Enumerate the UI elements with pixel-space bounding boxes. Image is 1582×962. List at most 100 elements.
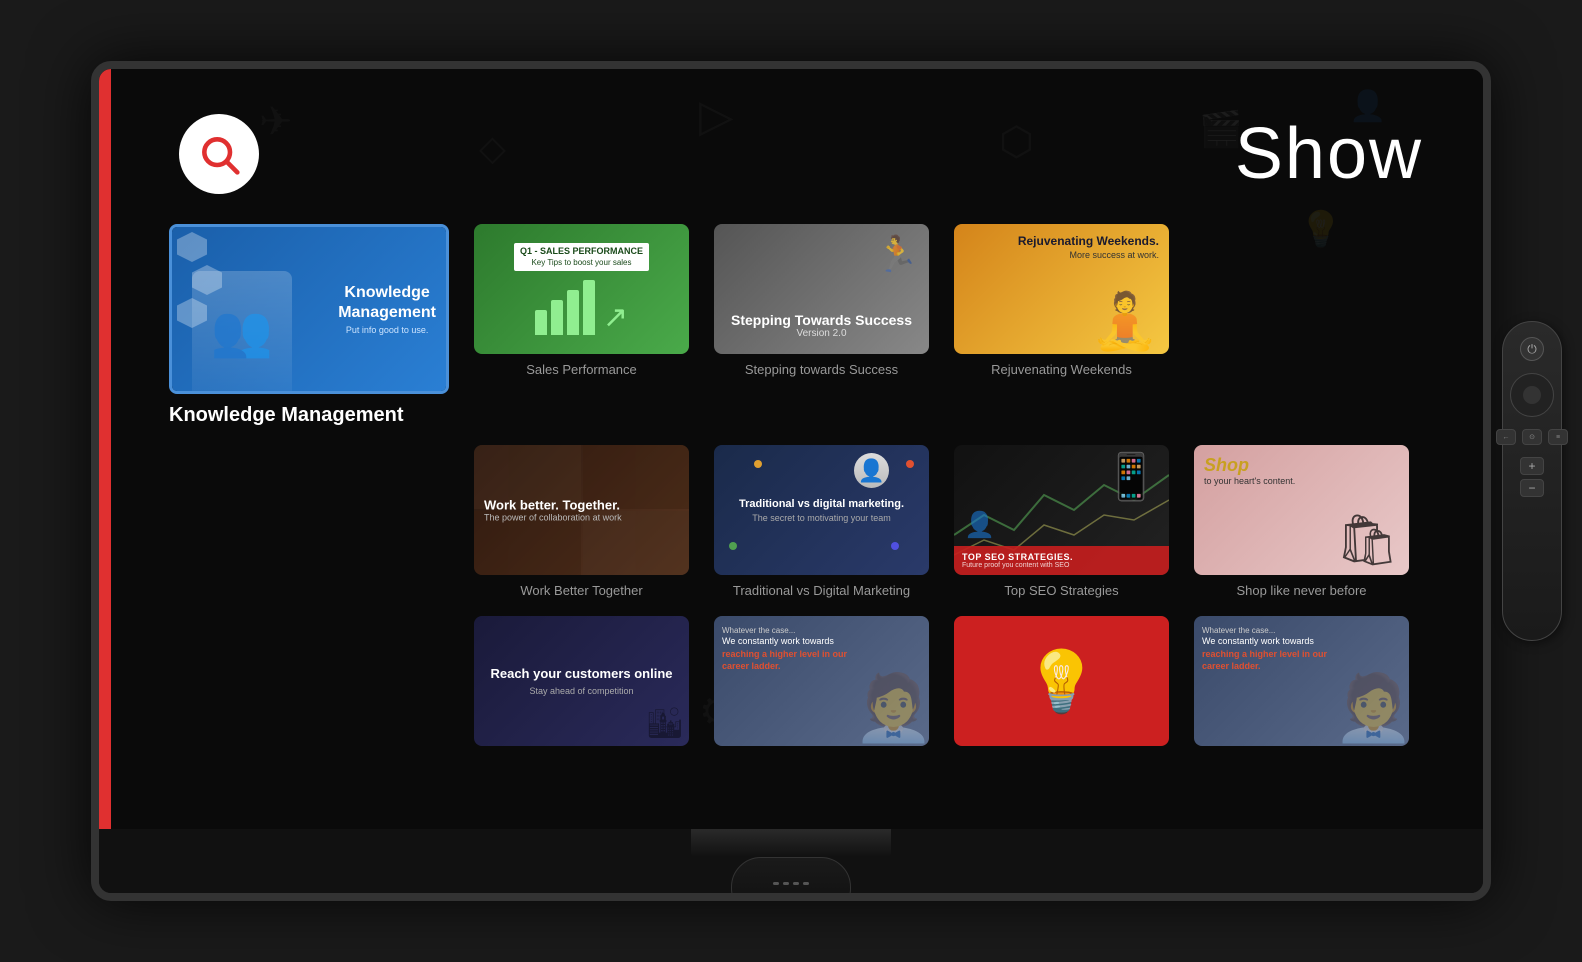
thumb-rejuvenating: Rejuvenating Weekends. More success at w…	[954, 224, 1169, 354]
traditional-title: Traditional vs digital marketing.	[739, 497, 904, 512]
seo-overlay: TOP SEO STRATEGIES. Future proof you con…	[954, 546, 1169, 575]
tv-box	[731, 857, 851, 901]
thumb-bulb: 💡	[954, 616, 1169, 746]
career2-text: Whatever the case... We constantly work …	[1202, 626, 1332, 673]
shop-subtitle: to your heart's content.	[1204, 476, 1295, 486]
thumb-workbetter: Work better. Together. The power of coll…	[474, 445, 689, 575]
q1-subtext: Key Tips to boost your sales	[520, 258, 643, 268]
career2-person: 🧑‍💼	[1333, 670, 1409, 746]
reach-subtitle: Stay ahead of competition	[490, 686, 672, 696]
grid-item-career1[interactable]: 🧑‍💼 Whatever the case... We constantly w…	[714, 616, 929, 746]
dpad-center	[1523, 386, 1541, 404]
runner-icon: 🏃	[875, 234, 919, 275]
thumb-seo: 📱 👤 TOP SEO STRATEGIES. Future proof you…	[954, 445, 1169, 575]
thumb-stepping: 🏃 Stepping Towards Success Version 2.0	[714, 224, 929, 354]
tv-base	[99, 829, 1483, 901]
stepping-subtitle: Version 2.0	[724, 328, 919, 339]
red-sidebar	[99, 69, 111, 829]
grid-item-sales[interactable]: Q1 - SALES PERFORMANCE Key Tips to boost…	[474, 224, 689, 377]
stepping-text: Stepping Towards Success Version 2.0	[724, 312, 919, 339]
rej-subtitle: More success at work.	[1018, 250, 1159, 260]
career-person: 🧑‍💼	[853, 670, 929, 746]
featured-subtitle: Put info good to use.	[338, 325, 436, 335]
tv-box-dot-2	[783, 882, 789, 885]
menu-button[interactable]: ≡	[1548, 429, 1568, 445]
tv-screen: ✈ ◇ ▷ ⬡ 🎬 👤 📊 💬 🔍 📈 ⚙ 💡 ✉	[99, 69, 1483, 829]
volume-controls: + −	[1520, 457, 1544, 497]
item-label-sales: Sales Performance	[526, 362, 637, 377]
featured-item[interactable]: 👥 Knowledge Management Put info good to …	[169, 224, 449, 427]
tv-box-dot-4	[803, 882, 809, 885]
seo-overlay-title: TOP SEO STRATEGIES.	[962, 552, 1073, 562]
tv-box-dot-3	[793, 882, 799, 885]
grid-item-reach[interactable]: Reach your customers online Stay ahead o…	[474, 616, 689, 746]
sales-q1-label: Q1 - SALES PERFORMANCE Key Tips to boost…	[514, 243, 649, 271]
dot-green	[729, 542, 737, 550]
grid-item-stepping[interactable]: 🏃 Stepping Towards Success Version 2.0 S…	[714, 224, 929, 377]
item-label-rejuvenating: Rejuvenating Weekends	[991, 362, 1132, 377]
thumb-reach: Reach your customers online Stay ahead o…	[474, 616, 689, 746]
grid-item-shop[interactable]: Shop to your heart's content. 🛍 Shop lik…	[1194, 445, 1409, 598]
shop-text: Shop to your heart's content.	[1204, 455, 1295, 486]
thumb-traditional: 👤 Traditional vs digital marketing. The …	[714, 445, 929, 575]
power-button[interactable]: ⏻	[1520, 337, 1544, 361]
search-icon	[197, 132, 241, 176]
item-label-workbetter: Work Better Together	[520, 583, 642, 598]
hand-phone-icon: 📱	[1103, 450, 1159, 503]
workbetter-text: Work better. Together. The power of coll…	[484, 498, 622, 523]
content-row-2: Work better. Together. The power of coll…	[474, 445, 1463, 598]
featured-content: Knowledge Management Put info good to us…	[338, 283, 436, 334]
thumb-career1: 🧑‍💼 Whatever the case... We constantly w…	[714, 616, 929, 746]
career2-whatever: Whatever the case...	[1202, 626, 1332, 635]
career1-text: Whatever the case... We constantly work …	[722, 626, 852, 673]
grid-item-workbetter[interactable]: Work better. Together. The power of coll…	[474, 445, 689, 598]
dpad[interactable]	[1510, 373, 1554, 417]
remote-buttons: ← ⊙ ≡	[1511, 429, 1553, 445]
dot-blue	[891, 542, 899, 550]
volume-down-button[interactable]: −	[1520, 479, 1544, 497]
item-label-stepping: Stepping towards Success	[745, 362, 898, 377]
grid-item-career2[interactable]: 🧑‍💼 Whatever the case... We constantly w…	[1194, 616, 1409, 746]
search-button[interactable]	[179, 114, 259, 194]
q1-text: Q1 - SALES PERFORMANCE	[520, 246, 643, 258]
item-label-seo: Top SEO Strategies	[1004, 583, 1118, 598]
bar-chart: ↗	[535, 275, 628, 335]
grid-item-rejuvenating[interactable]: Rejuvenating Weekends. More success at w…	[954, 224, 1169, 377]
city-bg: 🏙	[646, 706, 684, 741]
career2-body: We constantly work towards reaching a hi…	[1202, 635, 1332, 673]
grid-item-traditional[interactable]: 👤 Traditional vs digital marketing. The …	[714, 445, 929, 598]
seo-overlay-sub: Future proof you content with SEO	[962, 562, 1073, 569]
dot-yellow	[754, 460, 762, 468]
presenter-avatar: 👤	[854, 453, 889, 488]
content-row-1: 👥 Knowledge Management Put info good to …	[169, 224, 1463, 427]
featured-label: Knowledge Management	[169, 404, 449, 427]
wb-title: Work better. Together.	[484, 498, 622, 513]
item-label-traditional: Traditional vs Digital Marketing	[733, 583, 910, 598]
remote-control: ⏻ ← ⊙ ≡ + −	[1502, 321, 1562, 641]
grid-item-bulb[interactable]: 💡	[954, 616, 1169, 746]
tv-frame: ✈ ◇ ▷ ⬡ 🎬 👤 📊 💬 🔍 📈 ⚙ 💡 ✉	[91, 61, 1491, 901]
shop-title: Shop	[1204, 455, 1295, 476]
reach-text: Reach your customers online Stay ahead o…	[490, 666, 672, 696]
thumb-sales: Q1 - SALES PERFORMANCE Key Tips to boost…	[474, 224, 689, 354]
item-label-shop: Shop like never before	[1236, 583, 1366, 598]
menu-icon: ≡	[1556, 434, 1560, 441]
back-icon: ←	[1503, 434, 1510, 441]
featured-title-line1: Knowledge	[338, 283, 436, 302]
content-row-3: Reach your customers online Stay ahead o…	[474, 616, 1463, 746]
volume-up-button[interactable]: +	[1520, 457, 1544, 475]
back-button[interactable]: ←	[1496, 429, 1516, 445]
home-button[interactable]: ⊙	[1522, 429, 1542, 445]
remote-row-1: ← ⊙ ≡	[1496, 429, 1568, 445]
lightbulb-icon: 💡	[1024, 646, 1099, 717]
featured-title-line2: Management	[338, 303, 436, 322]
traditional-subtitle: The secret to motivating your team	[752, 513, 891, 523]
grid-item-seo[interactable]: 📱 👤 TOP SEO STRATEGIES. Future proof you…	[954, 445, 1169, 598]
reach-title: Reach your customers online	[490, 666, 672, 683]
content-area: 👥 Knowledge Management Put info good to …	[169, 224, 1463, 764]
header: Show	[99, 69, 1483, 239]
power-icon: ⏻	[1527, 342, 1537, 357]
tv-stand	[691, 829, 891, 857]
wb-subtitle: The power of collaboration at work	[484, 513, 622, 523]
featured-thumbnail: 👥 Knowledge Management Put info good to …	[169, 224, 449, 394]
